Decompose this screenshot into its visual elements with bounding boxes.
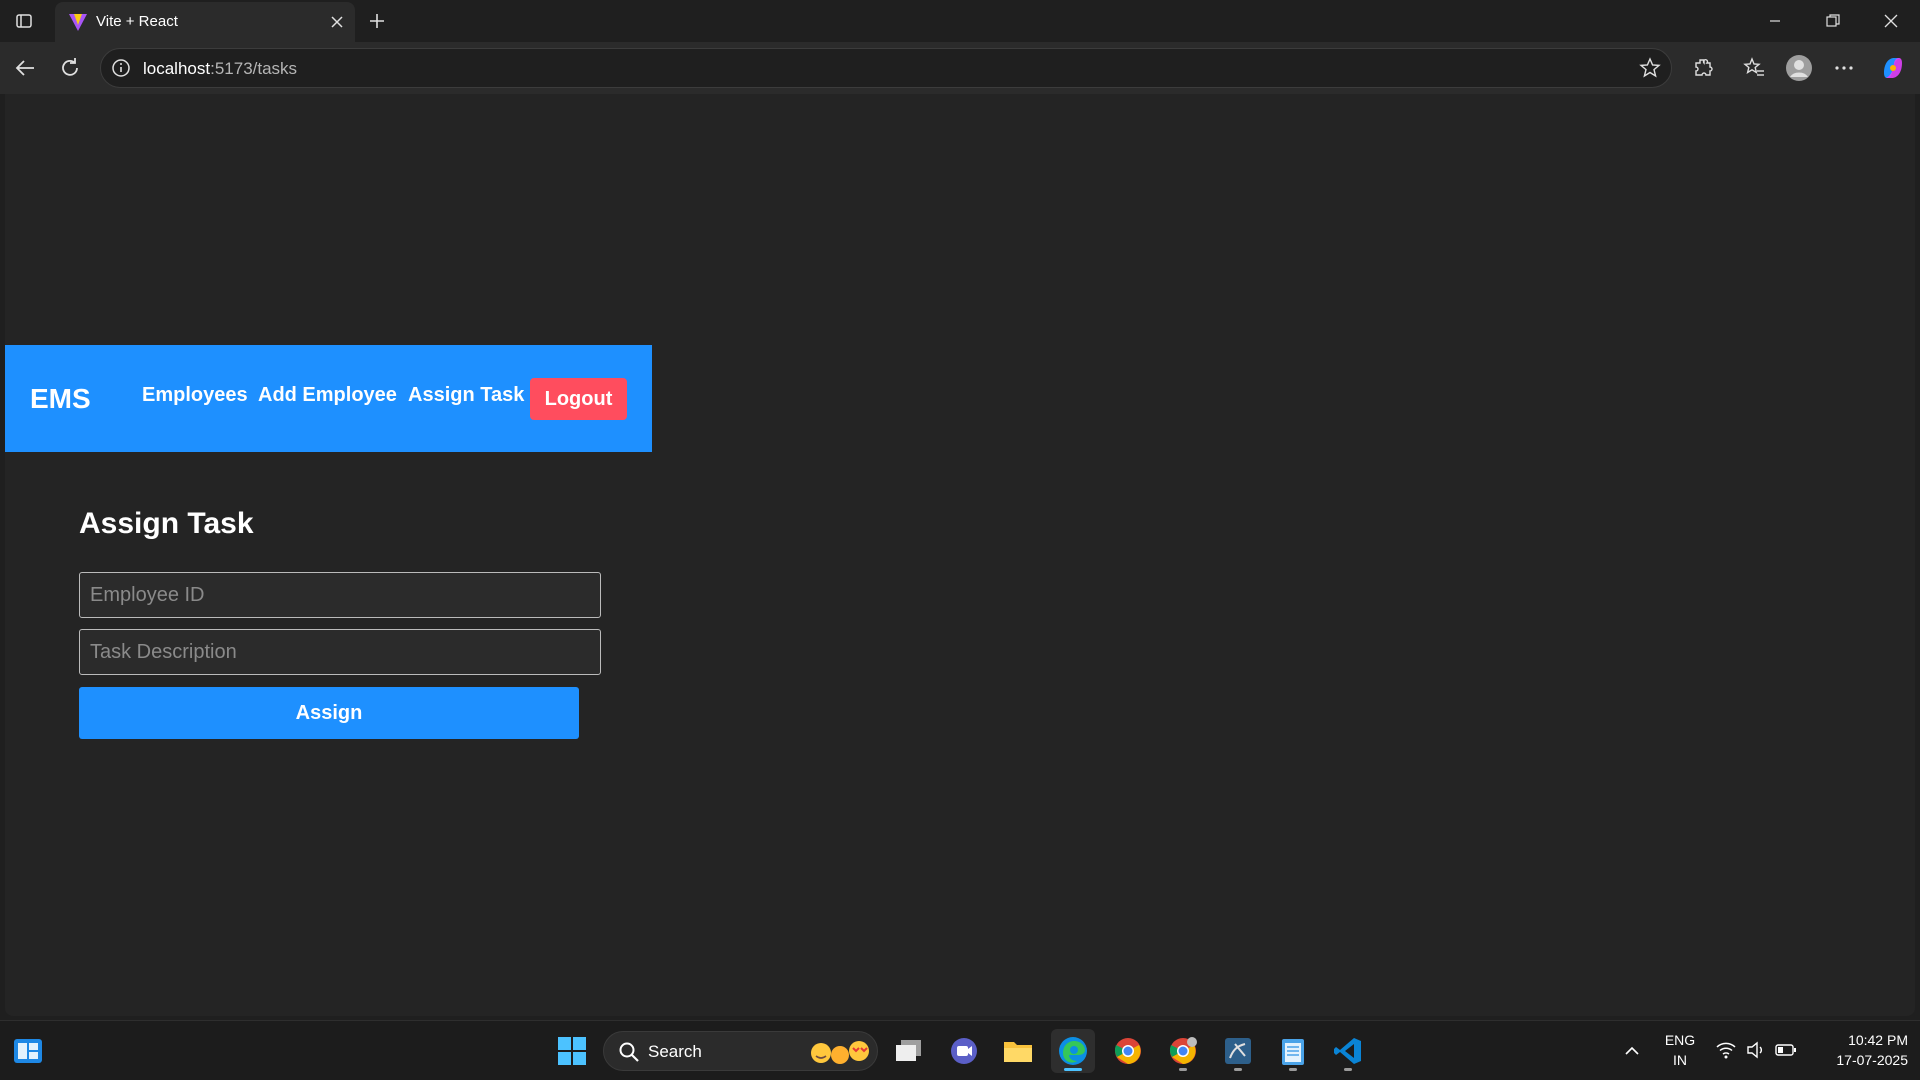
- battery-icon[interactable]: [1775, 1042, 1797, 1063]
- tab-actions-icon[interactable]: [8, 6, 40, 36]
- extensions-icon[interactable]: [1686, 51, 1720, 85]
- chrome-icon[interactable]: [1106, 1029, 1150, 1073]
- refresh-icon[interactable]: [53, 51, 87, 85]
- running-app-indicator: [1179, 1068, 1187, 1071]
- show-hidden-icons-chevron-icon[interactable]: [1610, 1029, 1654, 1073]
- app-navbar: EMS Employees Add Employee Assign Task L…: [5, 345, 652, 452]
- widgets-icon[interactable]: [6, 1029, 50, 1073]
- site-info-icon[interactable]: [111, 58, 131, 83]
- profile-avatar-icon[interactable]: [1782, 51, 1816, 85]
- nav-link-assign-task[interactable]: Assign Task: [408, 384, 524, 407]
- vscode-icon[interactable]: [1326, 1029, 1370, 1073]
- wifi-icon[interactable]: [1716, 1041, 1736, 1064]
- start-menu-icon[interactable]: [550, 1029, 594, 1073]
- close-tab-icon[interactable]: [325, 10, 349, 34]
- new-tab-icon[interactable]: [362, 6, 392, 36]
- search-icon: [618, 1041, 640, 1068]
- taskbar-search[interactable]: Search: [603, 1031, 878, 1071]
- clock-time[interactable]: 10:42 PM: [1812, 1032, 1908, 1048]
- chrome-profile-icon[interactable]: [1161, 1029, 1205, 1073]
- mysql-workbench-icon[interactable]: [1216, 1029, 1260, 1073]
- more-options-icon[interactable]: [1827, 51, 1861, 85]
- page-title: Assign Task: [79, 507, 254, 540]
- restore-icon[interactable]: [1804, 0, 1862, 42]
- favorite-star-icon[interactable]: [1639, 57, 1661, 84]
- nav-link-add-employee[interactable]: Add Employee: [258, 384, 397, 407]
- task-view-icon[interactable]: [887, 1029, 931, 1073]
- input-region[interactable]: IN: [1662, 1052, 1698, 1068]
- emoji-decoration-icon: [809, 1039, 871, 1070]
- page-viewport: EMS Employees Add Employee Assign Task L…: [5, 94, 1915, 1016]
- file-explorer-icon[interactable]: [996, 1029, 1040, 1073]
- browser-tab-strip: Vite + React: [0, 0, 1920, 42]
- browser-tab[interactable]: Vite + React: [55, 2, 355, 42]
- address-bar[interactable]: localhost:5173/tasks: [100, 48, 1672, 88]
- search-label: Search: [648, 1042, 702, 1061]
- employee-id-input[interactable]: [79, 572, 601, 618]
- logout-button[interactable]: Logout: [530, 378, 627, 420]
- active-app-indicator: [1064, 1068, 1082, 1071]
- brand-logo[interactable]: EMS: [30, 383, 91, 415]
- url-text: localhost:5173/tasks: [143, 59, 298, 78]
- minimize-icon[interactable]: [1746, 0, 1804, 42]
- input-language[interactable]: ENG: [1662, 1032, 1698, 1048]
- notepad-icon[interactable]: [1271, 1029, 1315, 1073]
- running-app-indicator: [1344, 1068, 1352, 1071]
- favorites-icon[interactable]: [1737, 51, 1771, 85]
- assign-button[interactable]: Assign: [79, 687, 579, 739]
- browser-toolbar: localhost:5173/tasks: [0, 42, 1920, 94]
- vite-favicon-icon: [68, 12, 88, 37]
- tab-title: Vite + React: [96, 13, 178, 30]
- edge-browser-icon[interactable]: [1051, 1029, 1095, 1073]
- windows-taskbar: Search ENG IN 10:42 PM 17-07-2025: [0, 1020, 1920, 1080]
- clock-date[interactable]: 17-07-2025: [1812, 1052, 1908, 1068]
- close-window-icon[interactable]: [1862, 0, 1920, 42]
- task-description-input[interactable]: [79, 629, 601, 675]
- running-app-indicator: [1234, 1068, 1242, 1071]
- back-icon[interactable]: [8, 51, 42, 85]
- teams-meet-icon[interactable]: [942, 1029, 986, 1073]
- nav-link-employees[interactable]: Employees: [142, 384, 248, 407]
- volume-icon[interactable]: [1746, 1041, 1766, 1064]
- running-app-indicator: [1289, 1068, 1297, 1071]
- copilot-icon[interactable]: [1876, 51, 1910, 85]
